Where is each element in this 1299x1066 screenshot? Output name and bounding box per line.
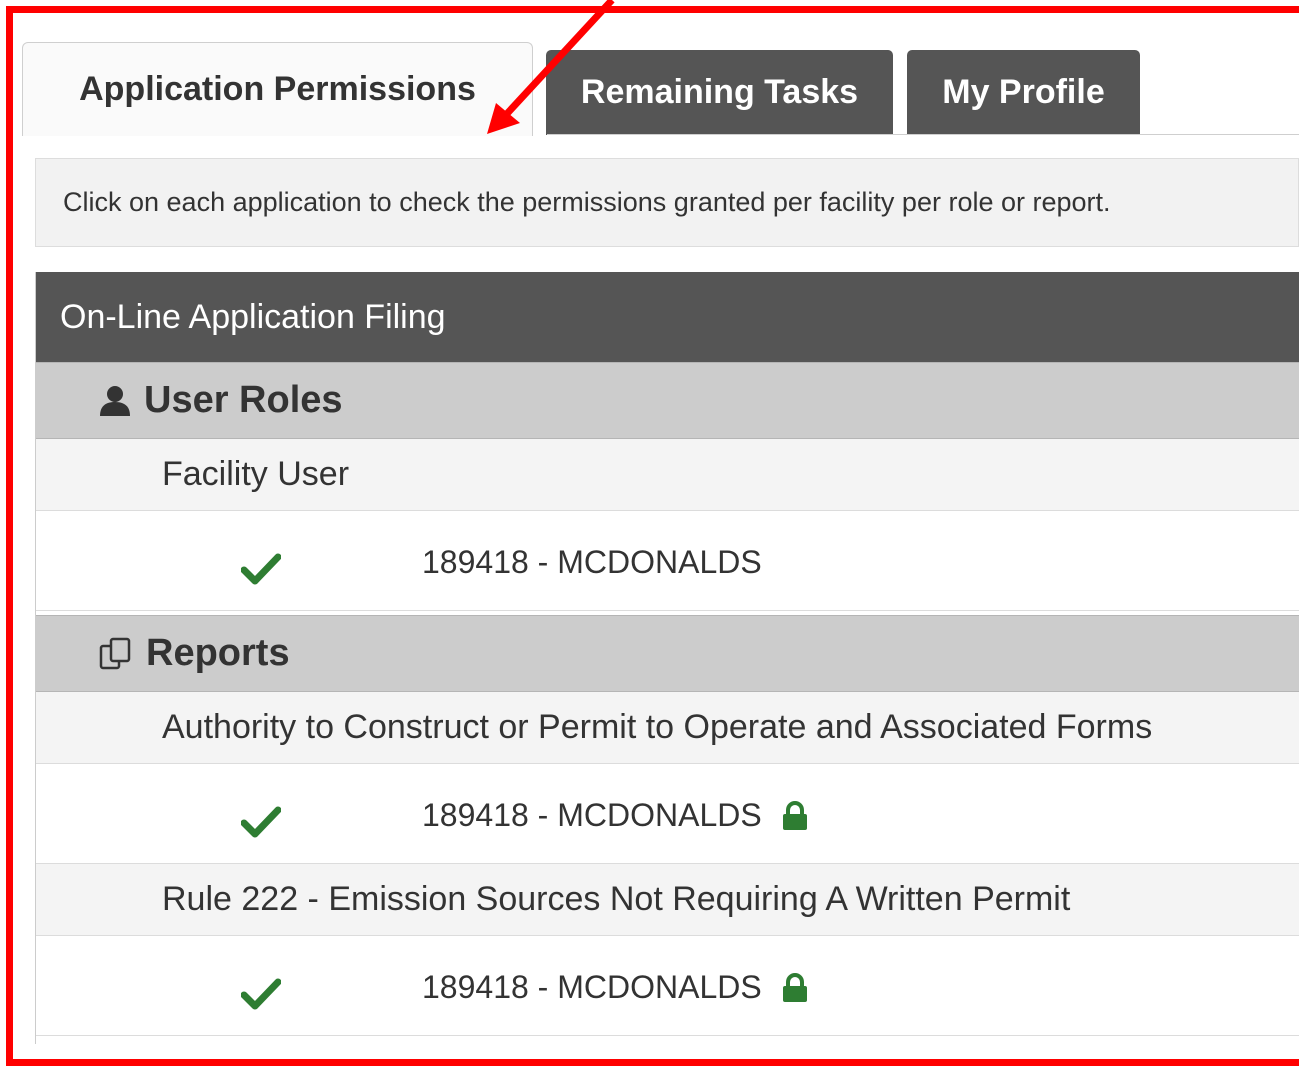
annotation-frame [6, 6, 1299, 1066]
